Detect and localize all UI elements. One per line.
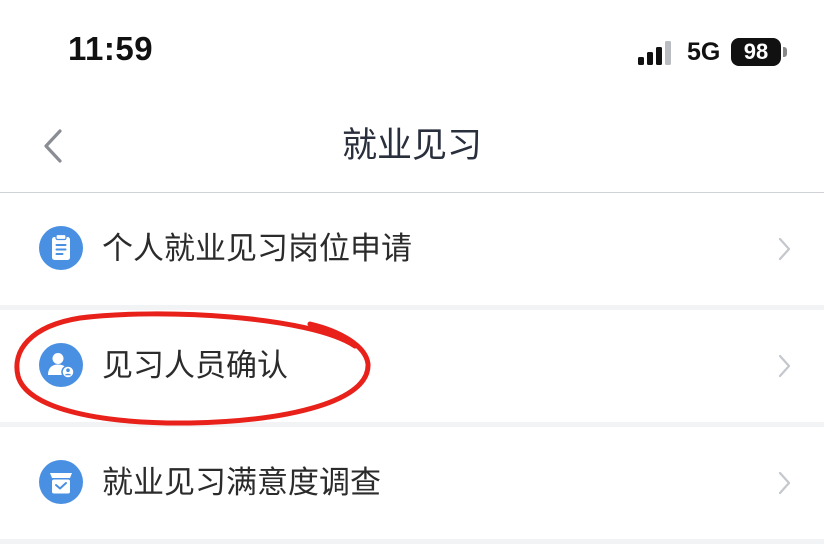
menu-item-label: 就业见习满意度调查 [102, 465, 381, 501]
battery-level: 98 [743, 39, 769, 64]
menu-item-satisfaction-survey[interactable]: 就业见习满意度调查 [0, 427, 824, 539]
chevron-left-icon [44, 129, 62, 163]
page-title: 就业见习 [341, 126, 482, 166]
network-type: 5G [687, 38, 721, 66]
clipboard-icon [39, 226, 83, 270]
battery-nub [783, 47, 787, 57]
menu-item-intern-confirmation[interactable]: 见习人员确认 [0, 310, 824, 422]
menu-list: 个人就业见习岗位申请 见习人员确认 就业见习满意度调查 [0, 193, 824, 544]
menu-item-label: 见习人员确认 [102, 348, 288, 384]
chevron-right-icon [778, 471, 791, 495]
survey-box-icon [39, 460, 83, 504]
chevron-right-icon [778, 237, 791, 261]
signal-strength-icon [638, 41, 671, 65]
menu-item-label: 个人就业见习岗位申请 [102, 231, 412, 267]
status-bar: 11:59 5G 98 [0, 0, 824, 100]
chevron-right-icon [778, 354, 791, 378]
back-button[interactable] [30, 120, 80, 172]
nav-bar: 就业见习 [0, 100, 824, 193]
status-time: 11:59 [68, 30, 154, 67]
menu-item-position-application[interactable]: 个人就业见习岗位申请 [0, 193, 824, 305]
user-confirm-icon [39, 343, 83, 387]
battery-icon: 98 [731, 38, 781, 66]
